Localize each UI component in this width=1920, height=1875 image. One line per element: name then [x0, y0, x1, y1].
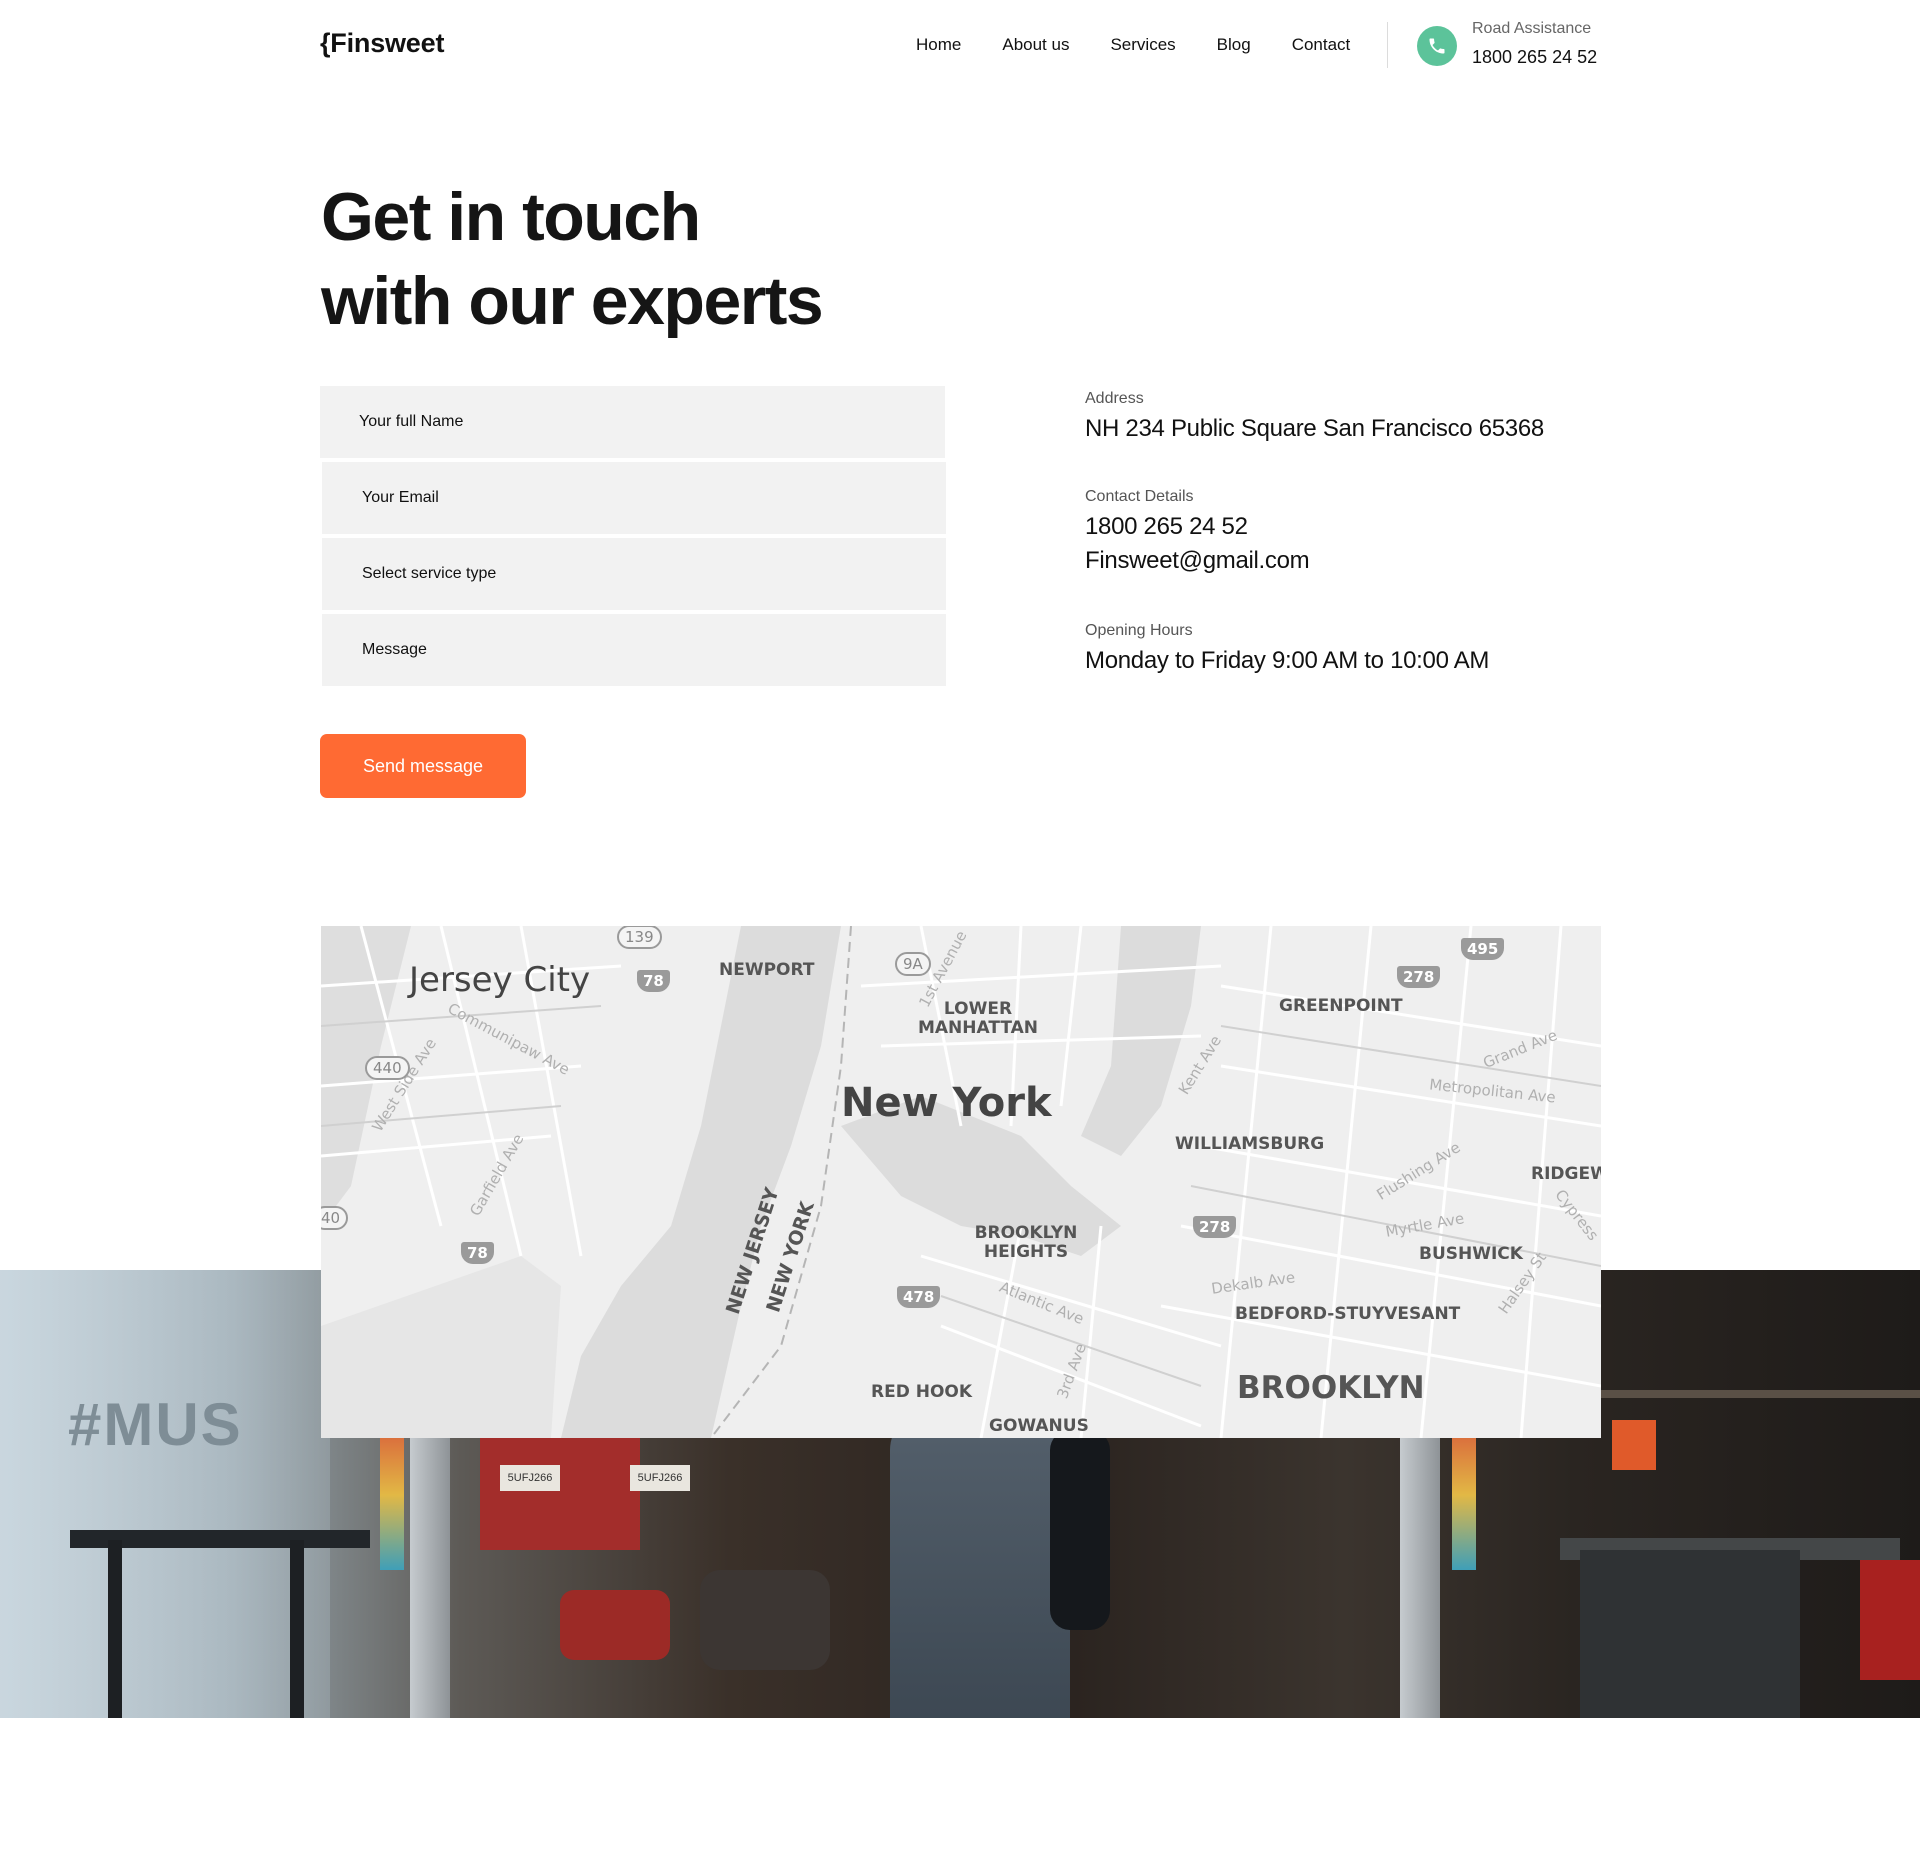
- road-assistance-phone[interactable]: 1800 265 24 52: [1472, 47, 1597, 68]
- route-shield: 40: [321, 1206, 349, 1230]
- wall-graffiti: #MUS: [68, 1391, 243, 1458]
- door-stripe: [1452, 1420, 1476, 1570]
- engine-parts: [700, 1570, 830, 1670]
- email-field[interactable]: Your Email: [322, 462, 946, 534]
- mechanic-figure: [890, 1410, 1070, 1718]
- route-shield: 9A: [895, 952, 931, 976]
- header-divider: [1387, 22, 1388, 68]
- site-header: {Finsweet Home About us Services Blog Co…: [320, 0, 1600, 92]
- nav-services[interactable]: Services: [1110, 35, 1175, 55]
- map-label-williamsburg: WILLIAMSBURG: [1175, 1134, 1325, 1154]
- map-label-brooklyn-heights: BROOKLYN HEIGHTS: [974, 1223, 1078, 1262]
- address-value: NH 234 Public Square San Francisco 65368: [1085, 415, 1544, 442]
- route-shield: 440: [365, 1056, 410, 1080]
- workbench-leg: [290, 1540, 304, 1718]
- map-label-bedford-stuyvesant: BEDFORD-STUYVESANT: [1235, 1304, 1461, 1324]
- map-label-red-hook: RED HOOK: [871, 1382, 973, 1402]
- license-plate: 5UFJ266: [500, 1465, 560, 1491]
- full-name-field[interactable]: Your full Name: [320, 386, 945, 458]
- page-title: Get in touch with our experts: [321, 175, 1021, 343]
- photo-haze: [0, 1270, 330, 1718]
- contact-details-label: Contact Details: [1085, 488, 1194, 505]
- route-shield: 139: [617, 926, 662, 949]
- map-label-ridgewood: RIDGEW: [1531, 1164, 1601, 1184]
- map-label-greenpoint: GREENPOINT: [1279, 996, 1403, 1016]
- map-label-brooklyn: BROOKLYN: [1237, 1370, 1425, 1406]
- send-message-button[interactable]: Send message: [320, 734, 526, 798]
- workbench-leg: [108, 1540, 122, 1718]
- message-field[interactable]: Message: [322, 614, 946, 686]
- service-type-select[interactable]: Select service type: [322, 538, 946, 610]
- map-label-new-york: New York: [841, 1080, 1052, 1126]
- address-block: Address NH 234 Public Square San Francis…: [1085, 390, 1544, 443]
- nav-home[interactable]: Home: [916, 35, 961, 55]
- logo[interactable]: {Finsweet: [320, 28, 444, 59]
- door-stripe: [380, 1420, 404, 1570]
- orange-can: [1612, 1420, 1656, 1470]
- opening-hours-label: Opening Hours: [1085, 622, 1193, 639]
- license-plate: 5UFJ266: [630, 1465, 690, 1491]
- contact-details-block: Contact Details 1800 265 24 52 Finsweet@…: [1085, 488, 1310, 575]
- map-label-gowanus: GOWANUS: [989, 1416, 1089, 1436]
- nav-contact[interactable]: Contact: [1292, 35, 1351, 55]
- tool-cart: [1580, 1550, 1800, 1718]
- engine-block: [560, 1590, 670, 1660]
- route-shield: 478: [897, 1286, 941, 1308]
- route-shield: 78: [461, 1242, 494, 1264]
- page-title-line-2: with our experts: [321, 263, 824, 339]
- main-nav: Home About us Services Blog Contact: [916, 35, 1350, 55]
- route-shield: 278: [1397, 966, 1441, 988]
- nav-blog[interactable]: Blog: [1217, 35, 1251, 55]
- map-label-newport: NEWPORT: [719, 960, 815, 980]
- map-label-jersey-city: Jersey City: [409, 960, 591, 1000]
- opening-hours-value: Monday to Friday 9:00 AM to 10:00 AM: [1085, 647, 1490, 674]
- opening-hours-block: Opening Hours Monday to Friday 9:00 AM t…: [1085, 622, 1489, 675]
- nav-about-us[interactable]: About us: [1002, 35, 1069, 55]
- route-shield: 495: [1461, 938, 1505, 960]
- location-map[interactable]: Jersey City NEWPORT LOWER MANHATTAN GREE…: [321, 926, 1601, 1438]
- mechanic-arm: [1050, 1430, 1110, 1630]
- page-title-line-1: Get in touch: [321, 179, 701, 255]
- red-toolbox: [1860, 1560, 1920, 1680]
- phone-icon[interactable]: [1417, 26, 1457, 66]
- contact-phone[interactable]: 1800 265 24 52: [1085, 513, 1309, 541]
- address-label: Address: [1085, 390, 1144, 407]
- map-label-bushwick: BUSHWICK: [1419, 1244, 1523, 1264]
- route-shield: 78: [637, 970, 670, 992]
- route-shield: 278: [1193, 1216, 1237, 1238]
- road-assistance-label: Road Assistance: [1472, 20, 1592, 37]
- contact-email[interactable]: Finsweet@gmail.com: [1085, 547, 1310, 575]
